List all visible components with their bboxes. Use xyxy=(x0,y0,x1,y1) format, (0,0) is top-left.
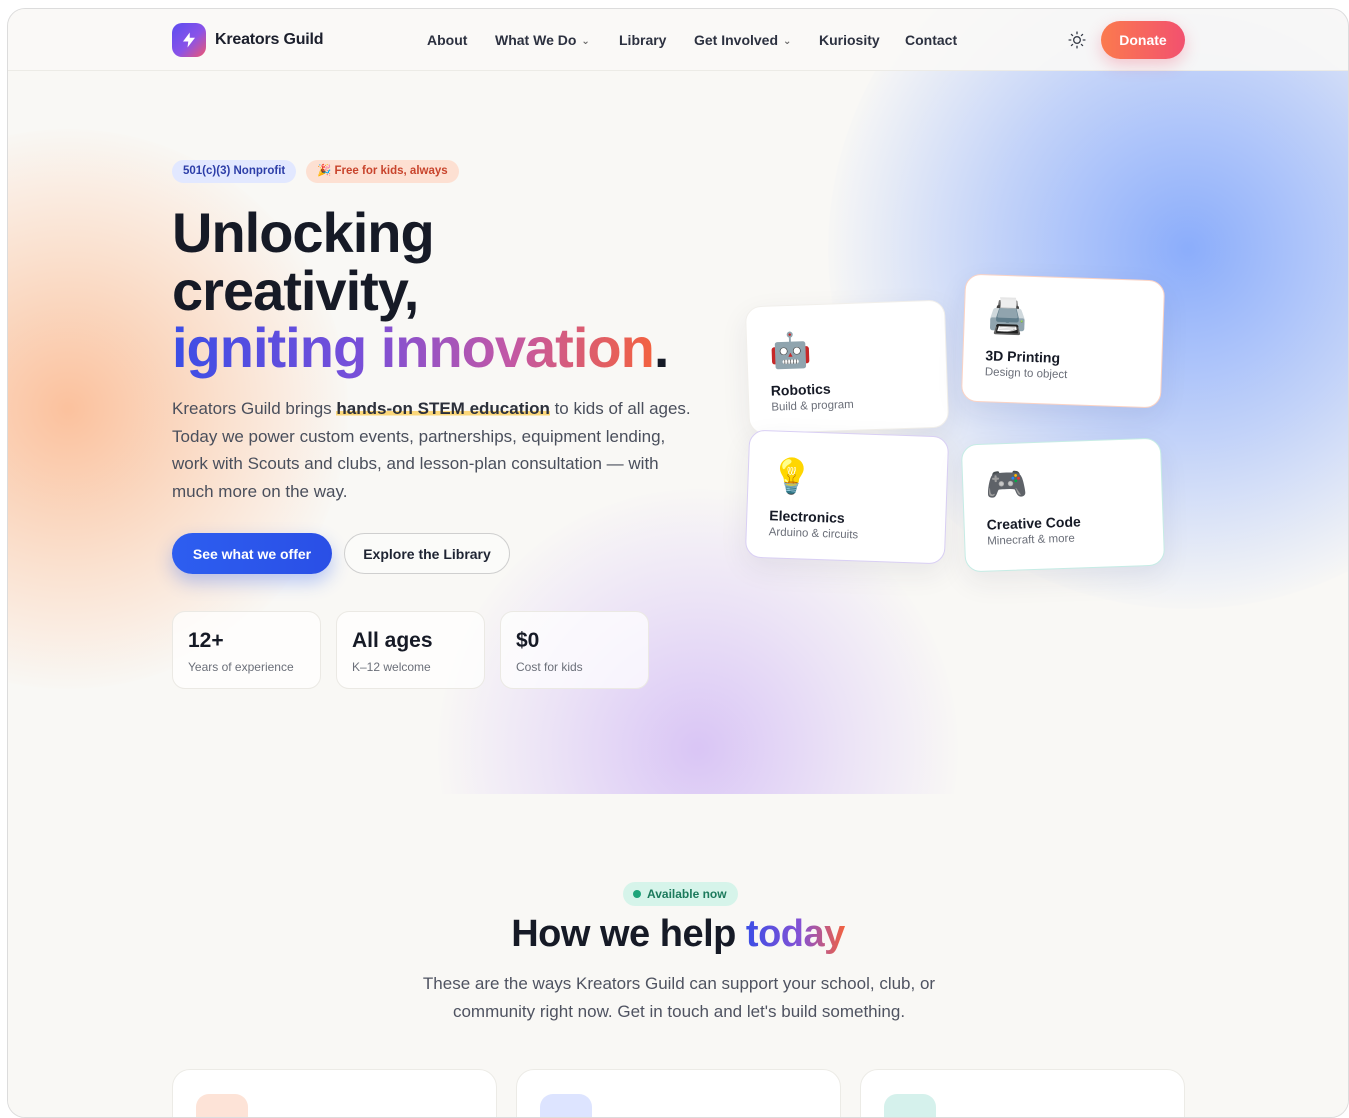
stat-value: 12+ xyxy=(188,629,224,652)
section-title: How we help today xyxy=(8,913,1348,956)
headline-line-3: igniting innovation. xyxy=(172,316,670,379)
service-icon xyxy=(196,1094,248,1117)
available-now-badge: Available now xyxy=(623,882,738,906)
tile-title: Creative Code xyxy=(986,513,1082,533)
nav-link-label: What We Do xyxy=(495,32,577,48)
bolt-icon xyxy=(183,32,195,48)
lead-highlight: hands-on STEM education xyxy=(336,399,550,418)
section-title-plain: How we help xyxy=(511,913,746,955)
stat-label: Years of experience xyxy=(188,660,294,674)
tile-electronics[interactable]: 💡 Electronics Arduino & circuits xyxy=(744,429,950,565)
tile-subtitle: Arduino & circuits xyxy=(768,526,859,542)
stat-card-experience: 12+ Years of experience xyxy=(172,611,321,689)
service-card[interactable] xyxy=(172,1069,497,1117)
section-title-accent: today xyxy=(745,913,845,955)
stat-card-ages: All ages K–12 welcome xyxy=(336,611,485,689)
badge-label: Available now xyxy=(647,887,727,901)
theme-toggle-sun-icon[interactable] xyxy=(1067,30,1087,50)
lead-text: Kreators Guild brings xyxy=(172,399,337,418)
tile-title: Electronics xyxy=(769,507,846,526)
nav-link-label: Kuriosity xyxy=(819,32,880,48)
printer-icon: 🖨️ xyxy=(986,297,1030,337)
stat-value: $0 xyxy=(516,629,540,652)
stat-card-cost: $0 Cost for kids xyxy=(500,611,649,689)
tile-title: 3D Printing xyxy=(985,347,1061,366)
free-for-kids-badge: 🎉 Free for kids, always xyxy=(306,160,459,183)
nav-link-library[interactable]: Library xyxy=(619,32,666,48)
chevron-down-icon: ⌄ xyxy=(581,36,590,47)
logo-bolt-icon[interactable] xyxy=(172,23,206,57)
tile-subtitle: Design to object xyxy=(984,366,1068,382)
robot-icon: 🤖 xyxy=(768,331,813,371)
headline-line-2: creativity, xyxy=(172,259,419,322)
nav-link-kuriosity[interactable]: Kuriosity xyxy=(819,32,880,48)
explore-library-button[interactable]: Explore the Library xyxy=(344,533,510,574)
game-controller-icon: 🎮 xyxy=(984,465,1029,505)
headline-line-1: Unlocking xyxy=(172,201,435,264)
nav-link-label: Contact xyxy=(905,32,958,48)
service-icon xyxy=(540,1094,592,1117)
nav-link-label: About xyxy=(427,32,468,48)
service-card[interactable] xyxy=(516,1069,841,1117)
page-frame: Kreators Guild About What We Do ⌄ Library… xyxy=(7,8,1349,1118)
brand-name[interactable]: Kreators Guild xyxy=(215,31,324,49)
donate-button[interactable]: Donate xyxy=(1101,21,1185,59)
nav-link-contact[interactable]: Contact xyxy=(905,32,957,48)
nav-link-label: Library xyxy=(619,32,667,48)
nav-link-what-we-do[interactable]: What We Do ⌄ xyxy=(495,32,590,48)
headline-gradient-text: igniting innovation xyxy=(172,316,655,379)
tile-subtitle: Minecraft & more xyxy=(987,532,1075,548)
service-icon xyxy=(884,1094,936,1117)
status-dot-icon xyxy=(633,890,641,898)
top-navigation: Kreators Guild About What We Do ⌄ Library… xyxy=(8,9,1348,71)
tile-creative-code[interactable]: 🎮 Creative Code Minecraft & more xyxy=(960,437,1166,573)
tile-robotics[interactable]: 🤖 Robotics Build & program xyxy=(744,299,950,435)
hero-description: Kreators Guild brings hands-on STEM educ… xyxy=(172,395,692,505)
lightbulb-icon: 💡 xyxy=(770,457,814,497)
tile-subtitle: Build & program xyxy=(771,398,855,414)
stat-label: K–12 welcome xyxy=(352,660,431,674)
nav-link-about[interactable]: About xyxy=(427,32,467,48)
see-what-we-offer-button[interactable]: See what we offer xyxy=(172,533,332,574)
section-subtitle: These are the ways Kreators Guild can su… xyxy=(422,974,936,1021)
tile-title: Robotics xyxy=(770,380,831,399)
nav-link-label: Get Involved xyxy=(694,32,779,48)
nav-link-get-involved[interactable]: Get Involved ⌄ xyxy=(694,32,791,48)
nonprofit-badge: 501(c)(3) Nonprofit xyxy=(172,160,297,183)
headline-period: . xyxy=(653,316,670,379)
stat-value: All ages xyxy=(352,629,433,652)
service-card[interactable] xyxy=(860,1069,1185,1117)
tile-3d-printing[interactable]: 🖨️ 3D Printing Design to object xyxy=(960,273,1166,409)
stat-label: Cost for kids xyxy=(516,660,583,674)
chevron-down-icon: ⌄ xyxy=(783,36,792,47)
